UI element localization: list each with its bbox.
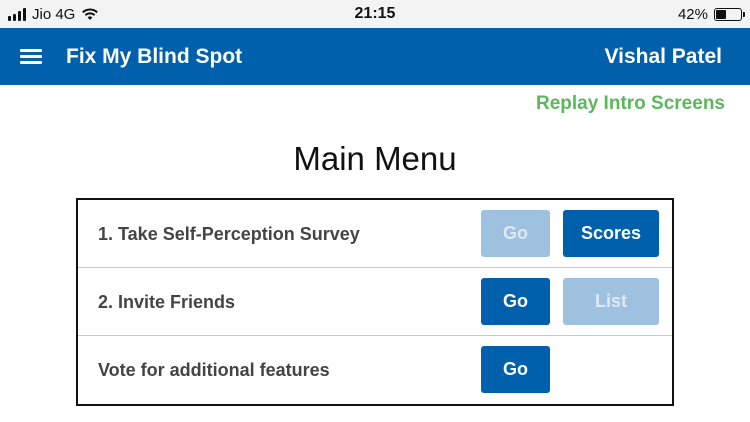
battery-percent: 42% [677, 5, 708, 23]
invite-list-button[interactable]: List [563, 278, 659, 325]
invite-go-button[interactable]: Go [481, 278, 550, 325]
page-title: Main Menu [293, 140, 457, 177]
app-bar: Fix My Blind Spot Vishal Patel [0, 28, 750, 85]
main-menu-table: 1. Take Self-Perception Survey Go Scores… [76, 198, 674, 406]
replay-intro-link[interactable]: Replay Intro Screens [536, 93, 725, 115]
menu-row-label: 2. Invite Friends [98, 292, 236, 312]
menu-row-invite: 2. Invite Friends Go List [78, 268, 672, 336]
app-title: Fix My Blind Spot [66, 45, 243, 68]
battery-icon [714, 7, 745, 21]
menu-row-survey: 1. Take Self-Perception Survey Go Scores [78, 200, 672, 268]
user-name: Vishal Patel [604, 45, 722, 68]
status-right: 42% [677, 0, 745, 28]
status-bar: Jio 4G 21:15 42% [0, 0, 750, 28]
battery-fill [716, 9, 726, 19]
status-time: 21:15 [354, 5, 396, 22]
menu-row-label: 1. Take Self-Perception Survey [98, 224, 360, 244]
survey-scores-button[interactable]: Scores [563, 210, 659, 257]
menu-row-label: Vote for additional features [98, 360, 330, 380]
survey-go-button[interactable]: Go [481, 210, 550, 257]
hamburger-menu-icon[interactable] [20, 46, 42, 66]
menu-row-vote: Vote for additional features Go [78, 336, 672, 404]
vote-go-button[interactable]: Go [481, 346, 550, 393]
